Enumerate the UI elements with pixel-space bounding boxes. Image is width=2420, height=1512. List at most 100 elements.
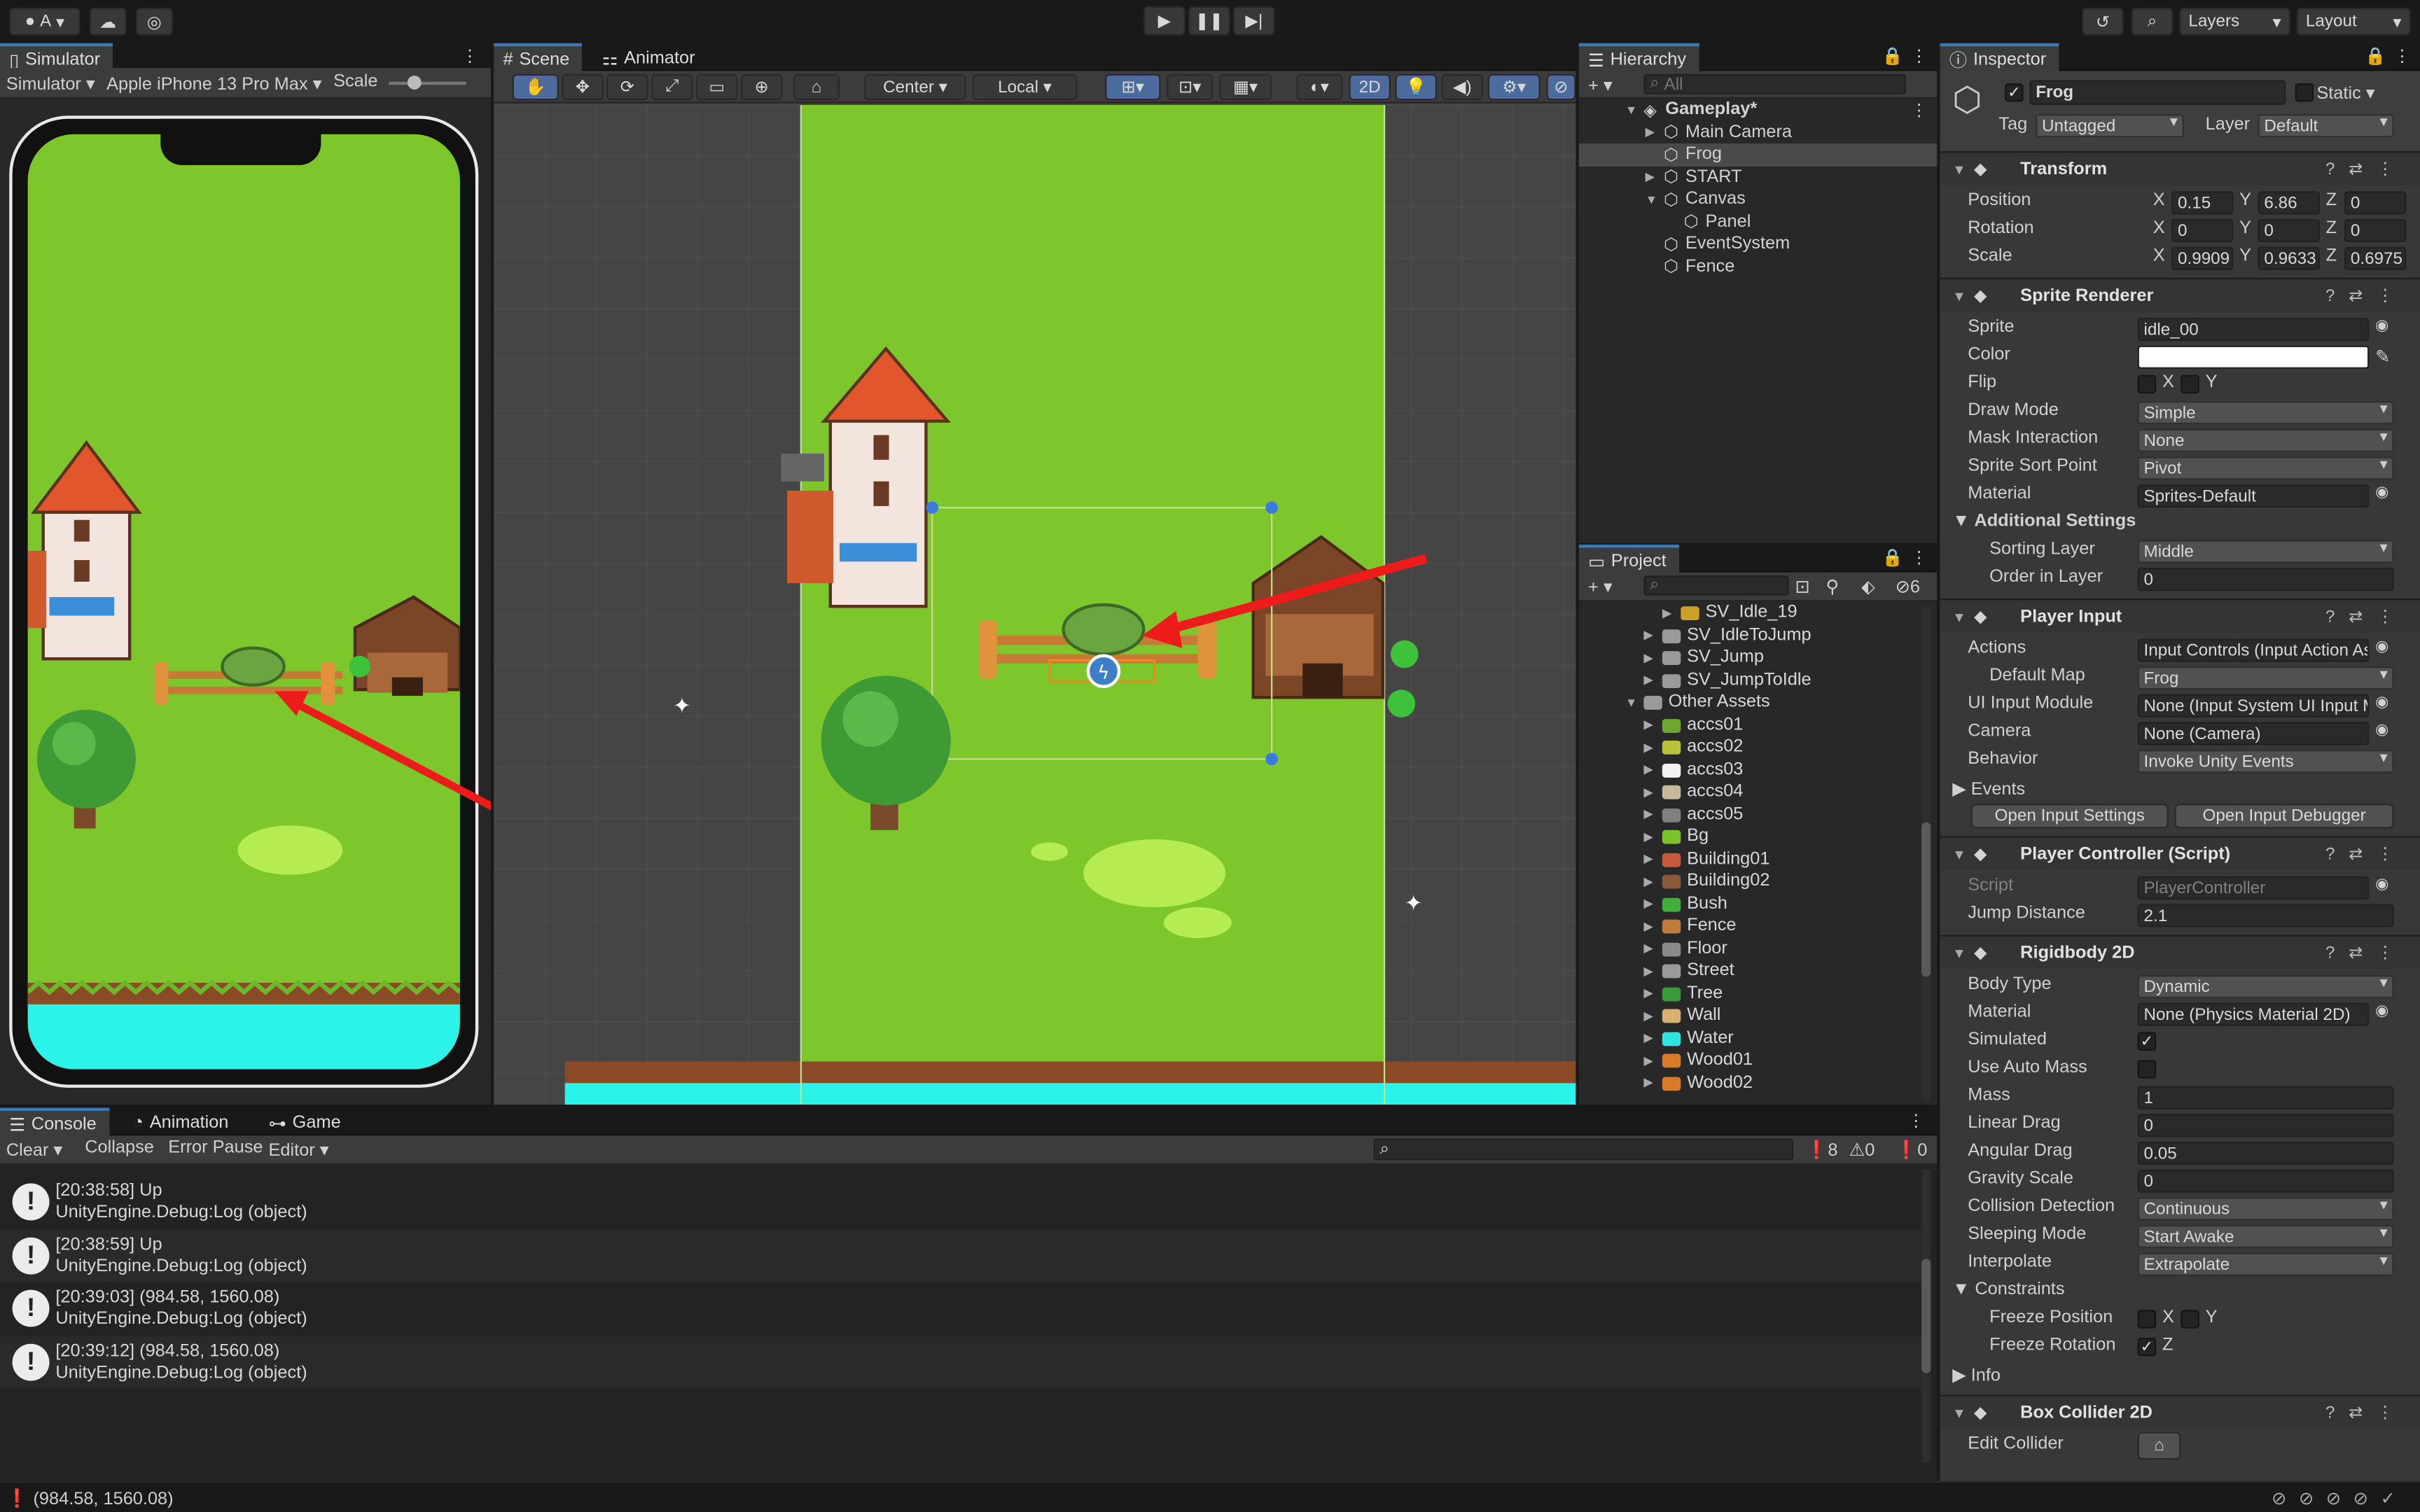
foldout-icon[interactable]: ▼ (1952, 162, 1966, 177)
transform-z-field[interactable]: 0.6975 (2344, 246, 2407, 270)
hierarchy-item[interactable]: ▼ ⬡ Canvas (1579, 188, 1937, 211)
project-item[interactable]: ▶ SV_Jump (1579, 647, 1906, 669)
project-item[interactable]: ▶ Floor (1579, 937, 1906, 960)
dropdown[interactable]: Middle (2137, 540, 2394, 564)
grid-snap-button[interactable]: ⊞▾ (1105, 74, 1161, 101)
transform-x-field[interactable]: 0 (2171, 218, 2234, 243)
object-field[interactable]: Sprites-Default (2137, 484, 2370, 508)
account-dropdown[interactable]: ● A ▾ (9, 8, 81, 36)
log-entry[interactable]: ! [20:39:12] (984.58, 1560.08) UnityEngine… (0, 1335, 1930, 1388)
filter-type-icon[interactable]: ⊡ (1795, 575, 1809, 597)
hierarchy-search-input[interactable]: ⌕ All (1643, 74, 1907, 94)
object-field[interactable]: None (Input System UI Input Module) (2137, 694, 2370, 718)
pause-button[interactable]: ❚❚ (1188, 6, 1230, 36)
object-picker-icon[interactable]: ◉ (2375, 722, 2388, 739)
project-item[interactable]: ▼ Other Assets (1579, 691, 1906, 713)
component-menu-icons[interactable]: ?⇄⋮ (2325, 844, 2408, 864)
hand-tool-button[interactable]: ✋ (512, 74, 559, 101)
component-header[interactable]: ▼ ◆ Player Input ?⇄⋮ (1940, 598, 2420, 633)
tab-animator[interactable]: ⚏ Animator (592, 43, 707, 73)
tag-icon[interactable]: ⬖ (1861, 575, 1875, 597)
project-item[interactable]: ▶ Bush (1579, 892, 1906, 915)
project-item[interactable]: ▶ Wood01 (1579, 1049, 1906, 1072)
freeze-rotation-z-checkbox[interactable]: ✓ (2137, 1337, 2157, 1357)
object-field[interactable]: None (Physics Material 2D) (2137, 1002, 2370, 1026)
info-count-toggle[interactable]: ❗8 (1806, 1139, 1838, 1160)
expand-arrow-icon[interactable]: ▶ (1643, 941, 1653, 955)
lock-icon[interactable]: 🔒 (1882, 547, 1903, 568)
freeze-position-y-checkbox[interactable] (2181, 1310, 2199, 1329)
dropdown[interactable]: Simple (2137, 401, 2394, 425)
custom-tool-button[interactable]: ⌂ (793, 74, 840, 101)
hierarchy-item[interactable]: ▼ ◈ Gameplay* ⋮ (1579, 99, 1937, 121)
object-field[interactable]: PlayerController (2137, 876, 2370, 899)
transform-x-field[interactable]: 0.15 (2171, 191, 2234, 215)
expand-arrow-icon[interactable]: ▶ (1643, 830, 1653, 844)
increment-snap-button[interactable]: ⊡▾ (1167, 74, 1214, 101)
collab-icon[interactable]: ◎ (135, 8, 173, 36)
freeze-position-x-checkbox[interactable] (2137, 1310, 2157, 1329)
object-field[interactable]: idle_00 (2137, 318, 2370, 342)
object-field[interactable]: None (Camera) (2137, 722, 2370, 746)
object-picker-icon[interactable]: ◉ (2375, 484, 2388, 501)
field-checkbox[interactable]: ✓ (2137, 1032, 2157, 1051)
project-item[interactable]: ▶ SV_JumpToIdle (1579, 668, 1906, 691)
expand-arrow-icon[interactable]: ▶ (1643, 673, 1653, 687)
console-search-input[interactable]: ⌕ (1373, 1138, 1794, 1161)
cloud-icon[interactable]: ☁ (89, 8, 127, 36)
expand-arrow-icon[interactable]: ▶ (1643, 897, 1653, 911)
project-item[interactable]: ▶ SV_IdleToJump (1579, 624, 1906, 647)
log-entry[interactable]: ! [20:39:03] (984.58, 1560.08) UnityEngine… (0, 1282, 1930, 1335)
foldout-icon[interactable]: ▼ (1952, 610, 1966, 625)
hidden-packages-icon[interactable]: ⊘6 (1896, 575, 1920, 597)
expand-arrow-icon[interactable]: ▶ (1643, 785, 1653, 799)
collapse-button[interactable]: Collapse (85, 1139, 154, 1157)
text-field[interactable]: 2.1 (2137, 904, 2394, 927)
flip-x-checkbox[interactable] (2137, 374, 2157, 394)
project-item[interactable]: ▶ SV_Idle_19 (1579, 602, 1906, 624)
component-header[interactable]: ▼ ◆ Transform ?⇄⋮ (1940, 151, 2420, 186)
layer-dropdown[interactable]: Default (2258, 114, 2394, 138)
field-checkbox[interactable] (2137, 1060, 2157, 1079)
project-search-input[interactable]: ⌕ (1643, 575, 1789, 596)
tab-game[interactable]: ⊶ Game (259, 1108, 353, 1138)
more-icon[interactable]: ⋮ (1907, 1111, 1924, 1130)
component-header[interactable]: ▼ ◆ Player Controller (Script) ?⇄⋮ (1940, 836, 2420, 871)
project-item[interactable]: ▶ accs03 (1579, 758, 1906, 780)
filter-label-icon[interactable]: ⚲ (1826, 575, 1839, 597)
foldout-icon[interactable]: ▼ (1952, 1406, 1966, 1421)
open-input-settings-button[interactable]: Open Input Settings (1970, 804, 2169, 829)
expand-arrow-icon[interactable]: ▼ (1646, 192, 1657, 206)
project-item[interactable]: ▶ Fence (1579, 915, 1906, 937)
expand-arrow-icon[interactable]: ▶ (1646, 170, 1655, 184)
project-item[interactable]: ▶ accs02 (1579, 736, 1906, 758)
transform-y-field[interactable]: 6.86 (2258, 191, 2320, 215)
additional-settings-foldout[interactable]: ▼ Additional Settings (1952, 512, 2136, 531)
project-scrollbar[interactable] (1921, 606, 1931, 1100)
component-menu-icons[interactable]: ?⇄⋮ (2325, 606, 2408, 626)
expand-arrow-icon[interactable]: ▼ (1625, 695, 1637, 709)
project-item[interactable]: ▶ Tree (1579, 982, 1906, 1004)
effects-icon[interactable]: ⚙▾ (1487, 74, 1541, 101)
error-count-toggle[interactable]: ❗0 (1896, 1139, 1928, 1160)
hierarchy-item[interactable]: ▶ ⬡ Main Camera (1579, 121, 1937, 144)
active-checkbox[interactable]: ✓ (2005, 83, 2024, 102)
rect-tool-button[interactable]: ▭ (696, 74, 738, 101)
component-menu-icons[interactable]: ?⇄⋮ (2325, 286, 2408, 305)
hierarchy-item[interactable]: ⬡ EventSystem (1579, 233, 1937, 255)
hierarchy-item[interactable]: ⬡ Frog (1578, 143, 1938, 166)
project-item[interactable]: ▶ Building02 (1579, 870, 1906, 892)
editor-dropdown[interactable]: Editor ▾ (269, 1139, 329, 1160)
history-icon[interactable]: ↺ (2082, 8, 2124, 36)
expand-arrow-icon[interactable]: ▶ (1643, 852, 1653, 866)
expand-arrow-icon[interactable]: ▶ (1643, 986, 1653, 1000)
object-picker-icon[interactable]: ◉ (2375, 876, 2388, 893)
lock-icon[interactable]: 🔒 (2365, 46, 2386, 66)
scale-tool-button[interactable]: ⤢ (651, 74, 693, 101)
static-checkbox[interactable] (2295, 83, 2314, 102)
expand-arrow-icon[interactable]: ▶ (1643, 629, 1653, 643)
pivot-dropdown[interactable]: Center ▾ (864, 74, 966, 101)
component-header[interactable]: ▼ ◆ Box Collider 2D ?⇄⋮ (1940, 1394, 2420, 1429)
log-entry[interactable]: ! [20:38:59] Up UnityEngine.Debug:Log (obj… (0, 1228, 1930, 1282)
dropdown[interactable]: None (2137, 428, 2394, 452)
